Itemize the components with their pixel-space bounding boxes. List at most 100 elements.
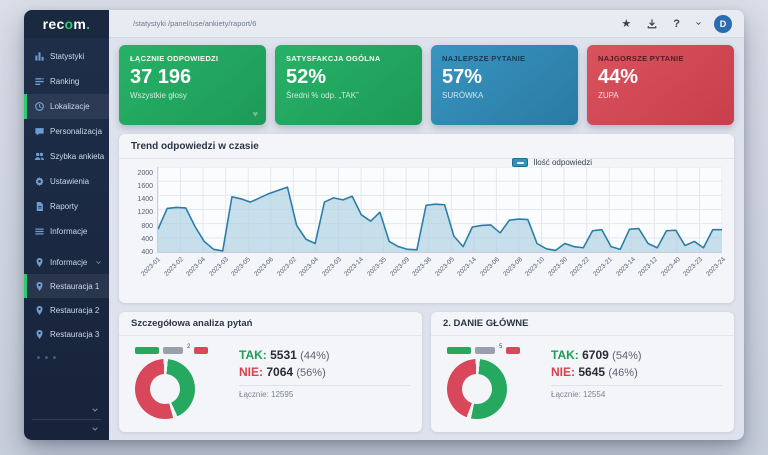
user-avatar[interactable]: D xyxy=(714,15,732,33)
sidebar-item-informacje[interactable]: Informacje xyxy=(24,250,109,274)
area-chart-plot[interactable] xyxy=(157,167,722,253)
x-tick-label: 2023-08 xyxy=(502,256,524,278)
kpi-card-total-answers[interactable]: ŁĄCZNIE ODPOWIEDZI 37 196 Wszystkie głos… xyxy=(119,45,266,125)
sidebar-item-label: Personalizacja xyxy=(50,127,102,136)
kpi-value: 37 196 xyxy=(130,66,255,89)
x-tick-label: 2023-10 xyxy=(524,256,546,278)
topbar-actions: ★? xyxy=(621,17,714,30)
logo-dot: . xyxy=(86,16,90,32)
x-tick-label: 2023-22 xyxy=(570,256,592,278)
sidebar-item-label: Szybka ankieta xyxy=(50,152,104,161)
sidebar-item-label: Ustawienia xyxy=(50,177,89,186)
kpi-value: 52% xyxy=(286,66,411,89)
sidebar-item-personalizacja[interactable]: Personalizacja xyxy=(24,119,109,144)
breadcrumb-url: /statystyki /panel/use/ankiety/raport/6 xyxy=(109,19,621,28)
chevron-down-icon xyxy=(91,406,99,414)
legend-superscript: 2 xyxy=(187,344,190,350)
kpi-value: 44% xyxy=(598,66,723,89)
legend-red-bar-icon xyxy=(194,347,208,354)
yes-value: 6709 xyxy=(582,348,609,362)
chevron-down-icon xyxy=(91,425,99,433)
sidebar-item-label: Statystyki xyxy=(50,52,84,61)
kpi-card-worst-question[interactable]: NAJGORSZE PYTANIE 44% ZUPA xyxy=(587,45,734,125)
y-tick-label: 800 xyxy=(141,223,153,230)
legend-superscript: 5 xyxy=(499,344,502,350)
legend-label: Ilość odpowiedzi xyxy=(533,158,592,167)
chevron-down-icon xyxy=(95,259,102,266)
sidebar-item-ustawienia[interactable]: Ustawienia xyxy=(24,169,109,194)
ranking-icon xyxy=(33,76,45,87)
download-icon[interactable] xyxy=(646,18,658,30)
y-tick-label: 2000 xyxy=(137,170,153,177)
yes-value: 5531 xyxy=(270,348,297,362)
donut-chart[interactable] xyxy=(447,359,507,419)
logo[interactable]: recom. xyxy=(24,10,109,38)
topbar-main: /statystyki /panel/use/ankiety/raport/6 … xyxy=(109,10,744,38)
no-label: NIE: xyxy=(551,365,575,379)
kpi-card-satisfaction[interactable]: SATYSFAKCJA OGÓLNA 52% Średni % odp. „TA… xyxy=(275,45,422,125)
chart-area: 2000160014001200800400400 xyxy=(119,159,734,253)
sidebar-footer-divider xyxy=(32,419,101,420)
sidebar-item-lokalizacje[interactable]: Lokalizacje xyxy=(24,94,109,119)
x-tick-label: 2023-03 xyxy=(208,256,230,278)
donut-chart[interactable] xyxy=(135,359,195,419)
x-tick-label: 2023-35 xyxy=(366,256,388,278)
donut-column: 2 xyxy=(133,341,225,419)
yes-percent: (44%) xyxy=(300,350,329,362)
x-tick-label: 2023-14 xyxy=(615,256,637,278)
kpi-title: NAJGORSZE PYTANIE xyxy=(598,54,723,63)
caret-down-icon[interactable] xyxy=(695,20,702,27)
sidebar-item-label: Restauracja 1 xyxy=(50,282,99,291)
gear-icon xyxy=(33,176,45,187)
menu-lines-icon xyxy=(33,226,45,237)
sidebar-item-informacje[interactable]: Informacje xyxy=(24,219,109,244)
sidebar-item-restauracja-2[interactable]: Restauracja 2 xyxy=(24,298,109,322)
total-label: Łącznie: 12595 xyxy=(239,390,410,399)
sidebar-main-group: Statystyki Ranking Lokalizacje Personalizac… xyxy=(24,44,109,244)
help-icon[interactable]: ? xyxy=(673,18,680,30)
y-tick-label: 1200 xyxy=(137,209,153,216)
y-tick-label: 1400 xyxy=(137,196,153,203)
star-icon[interactable]: ★ xyxy=(621,17,631,30)
x-tick-label: 2023-02 xyxy=(276,256,298,278)
kpi-subtitle: SURÓWKA xyxy=(442,91,567,100)
pin-icon xyxy=(33,305,45,316)
x-tick-label: 2023-06 xyxy=(479,256,501,278)
logo-text: rec xyxy=(43,16,65,32)
sidebar-item-restauracja-3[interactable]: Restauracja 3 xyxy=(24,322,109,346)
sidebar-more-button[interactable] xyxy=(24,422,109,436)
chat-icon xyxy=(33,126,45,137)
sidebar-item-label: Restauracja 3 xyxy=(50,330,99,339)
x-tick-label: 2023-14 xyxy=(457,256,479,278)
x-tick-label: 2023-01 xyxy=(140,256,162,278)
sidebar-item-restauracja-1[interactable]: Restauracja 1 xyxy=(24,274,109,298)
pin-icon xyxy=(33,281,45,292)
pin-icon xyxy=(33,257,45,268)
kpi-card-best-question[interactable]: NAJLEPSZE PYTANIE 57% SURÓWKA xyxy=(431,45,578,125)
legend-gray-bar-icon xyxy=(475,347,495,354)
kpi-title: SATYSFAKCJA OGÓLNA xyxy=(286,54,411,63)
document-icon xyxy=(33,201,45,212)
x-tick-label: 2023-36 xyxy=(411,256,433,278)
sidebar-collapse-button[interactable] xyxy=(24,403,109,417)
topbar: recom. /statystyki /panel/use/ankiety/ra… xyxy=(24,10,744,38)
kpi-subtitle: Wszystkie głosy xyxy=(130,91,255,100)
y-tick-label: 400 xyxy=(141,249,153,256)
no-percent: (46%) xyxy=(608,367,637,379)
x-tick-label: 2023-12 xyxy=(637,256,659,278)
sidebar-item-label: Ranking xyxy=(50,77,79,86)
sidebar-item-szybka-ankieta[interactable]: Szybka ankieta xyxy=(24,144,109,169)
total-label: Łącznie: 12554 xyxy=(551,390,722,399)
sidebar-item-label: Restauracja 2 xyxy=(50,306,99,315)
no-value: 7064 xyxy=(266,365,293,379)
yes-label: TAK: xyxy=(239,348,267,362)
sidebar-item-statystyki[interactable]: Statystyki xyxy=(24,44,109,69)
logo-text-2: m xyxy=(73,16,86,32)
sidebar-item-ranking[interactable]: Ranking xyxy=(24,69,109,94)
sidebar-item-raporty[interactable]: Raporty xyxy=(24,194,109,219)
x-tick-label: 2023-04 xyxy=(298,256,320,278)
no-value: 5645 xyxy=(578,365,605,379)
mini-legend: 5 xyxy=(447,344,537,354)
sidebar-item-label: Informacje xyxy=(50,258,87,267)
no-label: NIE: xyxy=(239,365,263,379)
